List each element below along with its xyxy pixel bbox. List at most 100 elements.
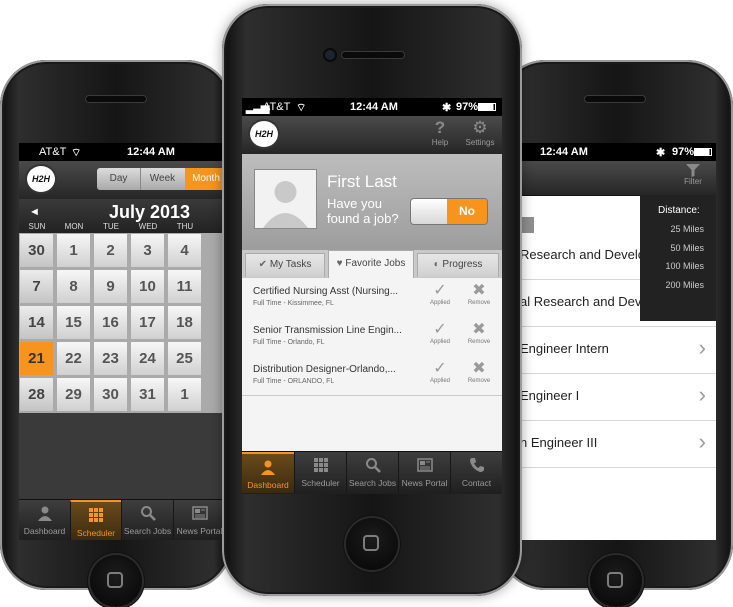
status-time: 12:44 AM xyxy=(350,101,398,113)
newspaper-icon xyxy=(416,458,433,472)
check-icon: ✓ xyxy=(433,360,447,377)
job-subtitle: Full Time - Orlando, FL xyxy=(253,339,325,346)
calendar-day[interactable]: 14 xyxy=(20,306,54,340)
calendar-filler xyxy=(19,413,225,499)
toggle-value: No xyxy=(447,199,487,224)
calendar-day[interactable]: 18 xyxy=(168,306,202,340)
job-row[interactable]: Distribution Designer-Orlando,... Full T… xyxy=(242,356,502,396)
calendar-day[interactable]: 4 xyxy=(168,234,202,268)
help-label: Help xyxy=(431,138,449,147)
tab-dashboard[interactable]: Dashboard xyxy=(19,500,70,540)
tab-search-jobs[interactable]: Search Jobs xyxy=(121,500,173,540)
battery-icon xyxy=(478,103,496,111)
remove-label: Remove xyxy=(467,300,491,306)
calendar-day[interactable]: 25 xyxy=(168,342,202,376)
calendar-day[interactable]: 11 xyxy=(168,270,202,304)
scheduler-header: H2H Day Week Month xyxy=(19,161,225,200)
home-button[interactable] xyxy=(90,555,142,607)
calendar-day[interactable]: 22 xyxy=(57,342,91,376)
found-job-toggle[interactable]: No xyxy=(411,199,487,224)
battery-percent: 97% xyxy=(672,146,695,158)
remove-button[interactable]: ✖ Remove xyxy=(464,360,494,384)
tab-label: Search Jobs xyxy=(348,478,397,488)
segment-my-tasks[interactable]: ✔ My Tasks xyxy=(245,253,325,277)
toggle-knob xyxy=(411,199,447,224)
job-title: Certified Nursing Asst (Nursing... xyxy=(253,286,399,297)
profile-name: First Last xyxy=(327,172,397,191)
calendar-day[interactable]: 28 xyxy=(20,378,54,412)
result-row[interactable]: Engineer Intern › xyxy=(520,327,716,374)
calendar-day[interactable]: 2 xyxy=(94,234,128,268)
status-bar: 12:44 AM ✱ 97% xyxy=(520,143,716,161)
job-row[interactable]: Senior Transmission Line Engin... Full T… xyxy=(242,317,502,357)
applied-button[interactable]: ✓ Applied xyxy=(425,321,455,345)
calendar-day[interactable]: 17 xyxy=(131,306,165,340)
earpiece-speaker xyxy=(585,96,645,102)
calendar-grid-icon xyxy=(89,508,103,522)
view-week-button[interactable]: Week xyxy=(140,168,186,190)
calendar-day-today[interactable]: 21 xyxy=(20,342,54,376)
h2h-logo: H2H xyxy=(27,166,55,192)
avatar[interactable] xyxy=(254,169,317,229)
search-results-screen: 12:44 AM ✱ 97% Filter Research and Devel… xyxy=(520,143,716,540)
applied-label: Applied xyxy=(429,378,450,384)
segment-label: Favorite Jobs xyxy=(345,258,406,269)
result-row[interactable]: Engineer I › xyxy=(520,374,716,421)
calendar-day[interactable]: 1 xyxy=(57,234,91,268)
chevron-right-icon: › xyxy=(698,429,706,454)
tab-bar: Dashboard Scheduler Search Jobs News Por… xyxy=(242,451,502,494)
calendar-day[interactable]: 29 xyxy=(57,378,91,412)
job-row[interactable]: Certified Nursing Asst (Nursing... Full … xyxy=(242,278,502,318)
result-row[interactable]: n Engineer III › xyxy=(520,421,716,468)
status-bar: ▂▃▅ AT&T ⌔ 12:44 AM ✱ 97% xyxy=(242,98,502,116)
calendar-day[interactable]: 15 xyxy=(57,306,91,340)
distance-option[interactable]: 100 Miles xyxy=(665,261,704,271)
view-month-button[interactable]: Month xyxy=(185,168,225,190)
profile-panel: First Last Have you found a job? No xyxy=(242,154,502,250)
calendar-day[interactable]: 16 xyxy=(94,306,128,340)
calendar-day[interactable]: 30 xyxy=(20,234,54,268)
home-button[interactable] xyxy=(346,518,398,570)
tab-scheduler[interactable]: Scheduler xyxy=(294,452,346,493)
remove-button[interactable]: ✖ Remove xyxy=(464,282,494,306)
h2h-logo: H2H xyxy=(250,121,278,147)
tab-search-jobs[interactable]: Search Jobs xyxy=(346,452,398,493)
distance-option[interactable]: 50 Miles xyxy=(670,243,704,253)
distance-option[interactable]: 25 Miles xyxy=(670,224,704,234)
battery-icon xyxy=(694,148,712,156)
tab-news-portal[interactable]: News Portal xyxy=(398,452,450,493)
home-button[interactable] xyxy=(590,555,642,607)
calendar-day[interactable]: 30 xyxy=(94,378,128,412)
segment-progress[interactable]: ◐ Progress xyxy=(417,253,499,277)
view-day-button[interactable]: Day xyxy=(97,168,141,190)
tab-contact[interactable]: Contact xyxy=(450,452,502,493)
close-icon: ✖ xyxy=(472,321,486,338)
search-bar-stub[interactable] xyxy=(520,217,534,233)
calendar-day[interactable]: 8 xyxy=(57,270,91,304)
distance-option[interactable]: 200 Miles xyxy=(665,280,704,290)
dashboard-header: H2H ? Help ⚙ Settings xyxy=(242,116,502,155)
calendar-day[interactable]: 9 xyxy=(94,270,128,304)
question-icon: ? xyxy=(434,118,446,137)
settings-button[interactable]: ⚙ Settings xyxy=(462,118,498,147)
prev-month-arrow[interactable]: ◄ xyxy=(29,206,40,218)
help-button[interactable]: ? Help xyxy=(424,118,456,147)
applied-button[interactable]: ✓ Applied xyxy=(425,360,455,384)
applied-button[interactable]: ✓ Applied xyxy=(425,282,455,306)
segment-favorite-jobs[interactable]: ♥ Favorite Jobs xyxy=(328,250,414,278)
calendar-day[interactable]: 23 xyxy=(94,342,128,376)
calendar-day[interactable]: 31 xyxy=(131,378,165,412)
remove-button[interactable]: ✖ Remove xyxy=(464,321,494,345)
tab-dashboard[interactable]: Dashboard xyxy=(242,452,294,493)
result-title: al Research and Deve xyxy=(520,294,649,309)
bluetooth-icon: ✱ xyxy=(442,102,452,114)
job-title: Distribution Designer-Orlando,... xyxy=(253,364,396,375)
tab-scheduler[interactable]: Scheduler xyxy=(70,500,121,540)
calendar-day[interactable]: 1 xyxy=(168,378,202,412)
filter-button[interactable]: Filter xyxy=(676,164,710,186)
calendar-day[interactable]: 24 xyxy=(131,342,165,376)
calendar-day[interactable]: 10 xyxy=(131,270,165,304)
calendar-day[interactable]: 3 xyxy=(131,234,165,268)
calendar-day[interactable]: 7 xyxy=(20,270,54,304)
tab-news-portal[interactable]: News Portal xyxy=(173,500,225,540)
